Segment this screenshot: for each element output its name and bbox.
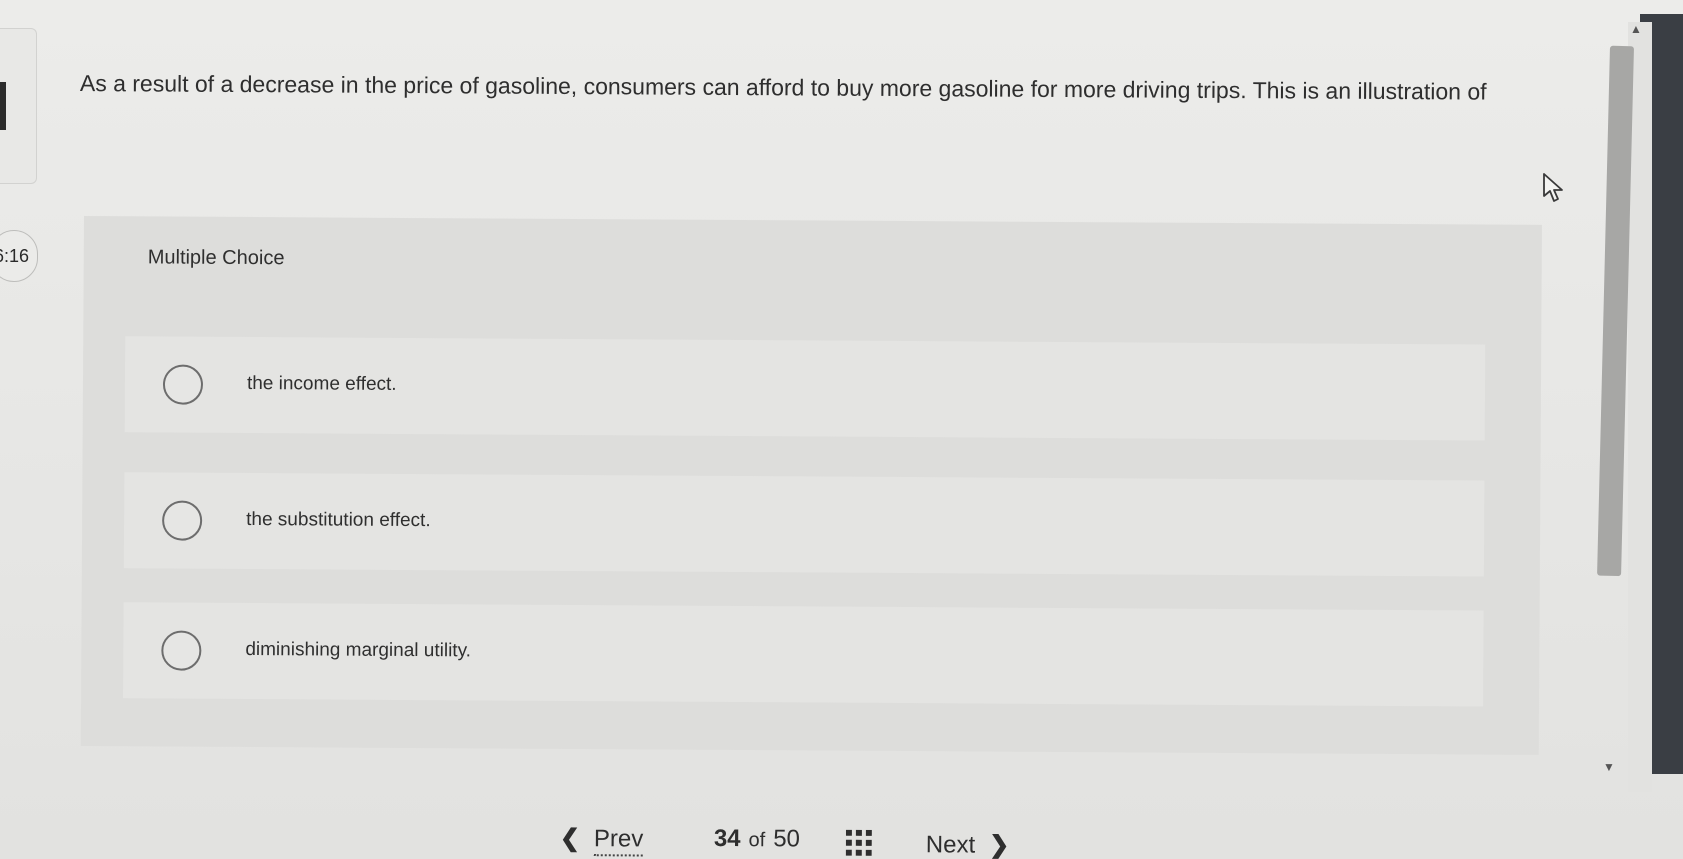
grid-icon[interactable] [845, 829, 872, 856]
multiple-choice-panel: Multiple Choice the income effect. the s… [80, 216, 1542, 755]
page-indicator: 34 of 50 [714, 825, 800, 854]
prev-button[interactable]: ❮ Prev [559, 824, 644, 857]
mouse-cursor-icon [1543, 173, 1563, 202]
scroll-down-arrow-icon[interactable]: ▼ [1603, 760, 1615, 774]
radio-button[interactable] [162, 500, 203, 541]
next-label: Next [925, 831, 976, 859]
quiz-page: 6:16 As a result of a decrease in the pr… [0, 0, 1683, 859]
question-navigation: ❮ Prev 34 of 50 Next ❯ [560, 816, 1060, 859]
answer-option-label: diminishing marginal utility. [245, 638, 472, 662]
current-page: 34 [713, 824, 741, 853]
question-text: As a result of a decrease in the price o… [79, 69, 1487, 105]
answer-option[interactable]: the income effect. [124, 336, 1486, 441]
total-pages: 50 [773, 825, 801, 853]
next-button[interactable]: Next ❯ [926, 830, 1010, 859]
answer-option[interactable]: diminishing marginal utility. [123, 602, 1484, 707]
answer-option[interactable]: the substitution effect. [123, 472, 1485, 577]
answer-option-label: the substitution effect. [246, 508, 431, 532]
prev-label: Prev [593, 825, 644, 857]
chevron-right-icon: ❯ [989, 831, 1010, 859]
of-label: of [748, 829, 766, 852]
side-panel-marker [0, 82, 6, 130]
answer-option-label: the income effect. [246, 372, 397, 395]
radio-button[interactable] [161, 630, 202, 671]
timer-text: 6:16 [0, 245, 29, 266]
timer-badge: 6:16 [0, 230, 38, 282]
radio-button[interactable] [162, 364, 204, 405]
chevron-left-icon: ❮ [559, 824, 581, 853]
scroll-up-arrow-icon[interactable]: ▲ [1630, 22, 1642, 36]
multiple-choice-label: Multiple Choice [147, 246, 285, 270]
